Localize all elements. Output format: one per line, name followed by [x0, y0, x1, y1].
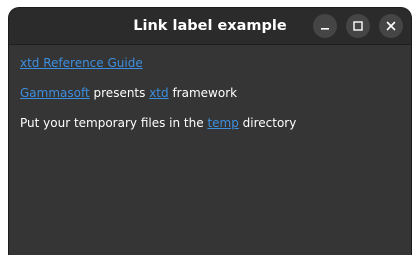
- maximize-button[interactable]: [346, 14, 370, 38]
- app-window: Link label example xtd Reference Guide G…: [9, 8, 411, 255]
- link-label-3: Put your temporary files in the temp dir…: [20, 115, 296, 131]
- temp-prefix-text: Put your temporary files in the: [20, 116, 208, 130]
- title-bar[interactable]: Link label example: [9, 8, 411, 45]
- reference-guide-link[interactable]: xtd Reference Guide: [20, 56, 143, 70]
- presents-text: presents: [89, 86, 150, 100]
- minimize-button[interactable]: [313, 14, 337, 38]
- link-label-2: Gammasoft presents xtd framework: [20, 85, 237, 101]
- framework-text: framework: [168, 86, 238, 100]
- directory-text: directory: [238, 116, 297, 130]
- xtd-link[interactable]: xtd: [149, 86, 168, 100]
- maximize-icon: [353, 21, 363, 31]
- link-label-1: xtd Reference Guide: [20, 55, 143, 71]
- minimize-icon: [321, 28, 329, 30]
- close-icon: [386, 21, 396, 31]
- close-button[interactable]: [379, 14, 403, 38]
- temp-link[interactable]: temp: [207, 116, 238, 130]
- content-area: xtd Reference Guide Gammasoft presents x…: [9, 45, 411, 255]
- gammasoft-link[interactable]: Gammasoft: [20, 86, 90, 100]
